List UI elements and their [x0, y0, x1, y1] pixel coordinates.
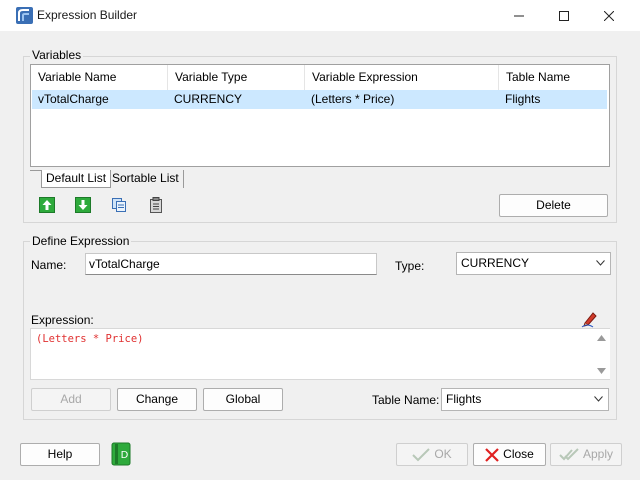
edit-expression-icon[interactable]: [581, 310, 599, 328]
column-header-variable-type[interactable]: Variable Type: [168, 65, 305, 90]
scroll-down-icon[interactable]: [597, 368, 606, 374]
change-button[interactable]: Change: [117, 388, 197, 411]
type-select-value: CURRENCY: [461, 256, 530, 270]
book-icon[interactable]: D: [110, 442, 134, 466]
expression-text: (Letters * Price): [36, 333, 144, 345]
move-down-icon[interactable]: [75, 197, 91, 213]
maximize-icon: [559, 10, 569, 21]
maximize-button[interactable]: [541, 0, 587, 31]
table-row[interactable]: vTotalCharge CURRENCY (Letters * Price) …: [32, 90, 607, 109]
type-label: Type:: [395, 259, 425, 273]
check-icon: [412, 447, 431, 461]
variables-group-title: Variables: [30, 48, 84, 62]
variables-table[interactable]: Variable Name Variable Type Variable Exp…: [30, 64, 610, 167]
expression-editor[interactable]: (Letters * Price): [30, 328, 610, 380]
app-icon: [16, 7, 33, 24]
tab-sortable-list[interactable]: Sortable List: [108, 170, 184, 188]
close-window-button[interactable]: [586, 0, 632, 31]
cell-variable-name: vTotalCharge: [38, 92, 109, 106]
copy-icon[interactable]: [111, 197, 127, 213]
table-name-label: Table Name:: [372, 393, 440, 407]
add-button[interactable]: Add: [31, 388, 111, 411]
table-name-select[interactable]: Flights: [441, 388, 609, 411]
apply-button-label: Apply: [582, 447, 614, 461]
minimize-button[interactable]: [496, 0, 542, 31]
cell-table-name: Flights: [505, 92, 541, 106]
chevron-down-icon: [594, 396, 603, 402]
scroll-up-icon[interactable]: [597, 335, 606, 341]
apply-button[interactable]: Apply: [550, 443, 622, 466]
column-header-variable-name[interactable]: Variable Name: [31, 65, 168, 90]
table-header: Variable Name Variable Type Variable Exp…: [31, 65, 609, 90]
help-button[interactable]: Help: [20, 443, 100, 466]
title-bar: Expression Builder: [0, 0, 640, 31]
type-select[interactable]: CURRENCY: [456, 252, 611, 275]
window-title: Expression Builder: [37, 8, 138, 22]
column-header-table-name[interactable]: Table Name: [499, 65, 609, 90]
expression-scrollbar[interactable]: [593, 329, 610, 379]
table-name-select-value: Flights: [446, 392, 482, 406]
chevron-down-icon: [596, 260, 605, 266]
paste-icon[interactable]: [148, 197, 164, 213]
svg-text:D: D: [121, 450, 129, 461]
red-x-icon: [485, 447, 499, 462]
ok-button-label: OK: [434, 447, 452, 461]
move-up-icon[interactable]: [39, 197, 55, 213]
cell-variable-type: CURRENCY: [174, 92, 243, 106]
expression-label: Expression:: [31, 313, 94, 327]
close-button[interactable]: Close: [473, 443, 546, 466]
delete-button[interactable]: Delete: [499, 194, 608, 217]
name-input[interactable]: vTotalCharge: [85, 253, 377, 275]
close-button-label: Close: [503, 447, 534, 461]
tab-default-list[interactable]: Default List: [41, 170, 112, 188]
column-header-variable-expression[interactable]: Variable Expression: [305, 65, 499, 90]
name-label: Name:: [31, 258, 67, 272]
define-expression-group-title: Define Expression: [30, 234, 132, 248]
global-button[interactable]: Global: [203, 388, 283, 411]
double-check-icon: [559, 447, 579, 460]
cell-variable-expression: (Letters * Price): [311, 92, 395, 106]
close-icon: [604, 10, 614, 21]
minimize-icon: [514, 15, 524, 16]
ok-button[interactable]: OK: [396, 443, 468, 466]
